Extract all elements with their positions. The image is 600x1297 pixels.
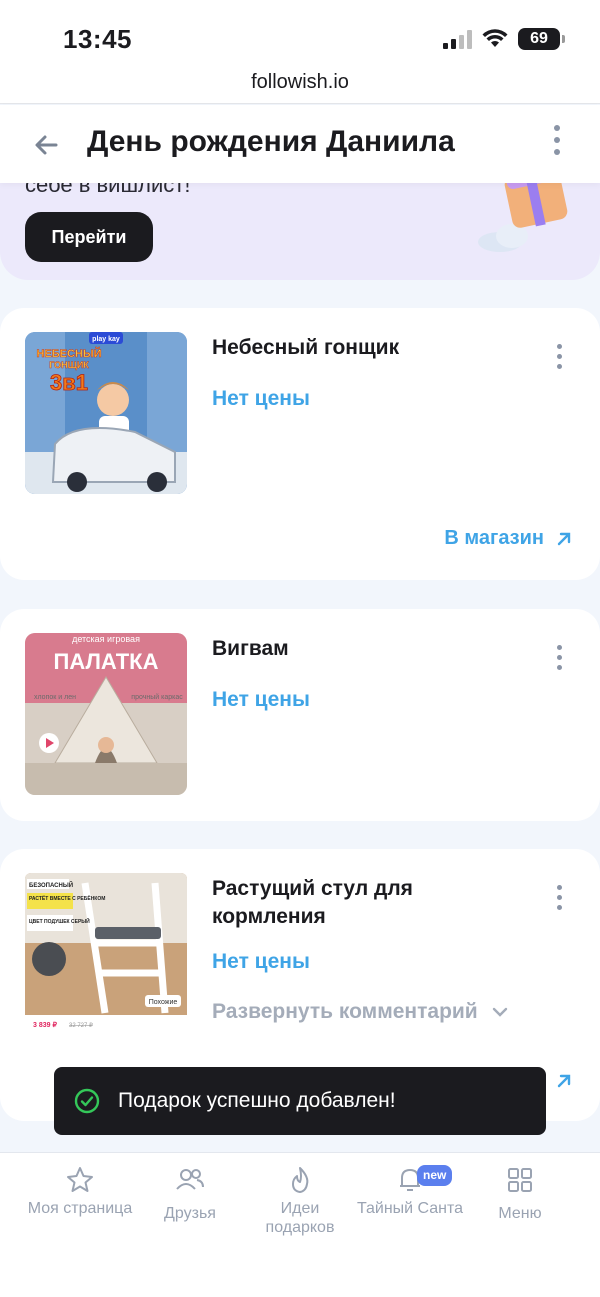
nav-label: Меню: [498, 1205, 542, 1222]
promo-go-button[interactable]: Перейти: [25, 212, 153, 262]
wishlist-item-card[interactable]: play kay НЕБЕСНЫЙ ГОНЩИК 3в1 Небесный го…: [0, 308, 600, 580]
item-price: Нет цены: [212, 950, 310, 973]
nav-friends[interactable]: Друзья: [135, 1165, 245, 1223]
battery-level: 69: [530, 30, 548, 47]
image-price-new: 3 839 ₽: [33, 1021, 57, 1029]
battery-icon: 69: [518, 28, 565, 50]
star-icon: [67, 1167, 93, 1192]
expand-comment-label: Развернуть комментарий: [212, 1000, 478, 1023]
item-image[interactable]: БЕЗОПАСНЫЙ РАСТЁТ ВМЕСТЕ С РЕБЁНКОМ ЦВЕТ…: [25, 873, 187, 1041]
check-circle-icon: [74, 1088, 100, 1114]
more-options-icon[interactable]: [552, 125, 562, 161]
item-price: Нет цены: [212, 387, 310, 410]
image-similar: Похожие: [149, 999, 178, 1006]
expand-comment-button[interactable]: Развернуть комментарий: [212, 1000, 508, 1024]
nav-label: Идеи подарков: [265, 1200, 335, 1236]
image-tag1: БЕЗОПАСНЫЙ: [29, 881, 73, 889]
image-right-tag: прочный каркас: [131, 693, 183, 701]
back-arrow-icon[interactable]: [30, 129, 62, 161]
grid-icon: [508, 1168, 532, 1192]
to-store-link[interactable]: В магазин: [444, 527, 572, 550]
success-toast: Подарок успешно добавлен!: [54, 1067, 546, 1135]
status-time: 13:45: [63, 24, 132, 54]
page-title: День рождения Даниила: [87, 125, 455, 158]
item-image[interactable]: play kay НЕБЕСНЫЙ ГОНЩИК 3в1: [25, 332, 187, 494]
image-line3: 3в1: [50, 370, 88, 395]
status-bar: 13:45 69: [0, 0, 600, 62]
image-price-old: 32 727 ₽: [69, 1022, 93, 1029]
signal-icon: [443, 29, 472, 49]
nav-gift-ideas[interactable]: Идеи подарков: [245, 1165, 355, 1237]
nav-secret-santa[interactable]: new Тайный Санта: [355, 1165, 465, 1218]
image-tag2: РАСТЁТ ВМЕСТЕ С РЕБЁНКОМ: [29, 895, 105, 902]
wishlist-item-card[interactable]: детская игровая ПАЛАТКА хлопок и лен про…: [0, 609, 600, 821]
friends-icon: [176, 1169, 204, 1190]
item-title[interactable]: Вигвам: [212, 635, 522, 663]
image-tag3: ЦВЕТ ПОДУШЕК СЕРЫЙ: [29, 917, 90, 925]
image-top-text: детская игровая: [72, 634, 140, 644]
image-left-tag: хлопок и лен: [34, 694, 76, 701]
flame-icon: [292, 1167, 309, 1193]
nav-label: Моя страница: [27, 1200, 133, 1217]
item-more-icon[interactable]: [554, 645, 564, 675]
external-arrow-icon[interactable]: [556, 1073, 572, 1089]
nav-label: Друзья: [164, 1205, 216, 1222]
item-price: Нет цены: [212, 688, 310, 711]
image-line1: НЕБЕСНЫЙ: [36, 347, 101, 360]
new-badge: new: [417, 1165, 453, 1186]
page-header: День рождения Даниила: [0, 105, 600, 183]
item-title[interactable]: Небесный гонщик: [212, 334, 522, 362]
chevron-down-icon: [492, 1007, 507, 1017]
item-more-icon[interactable]: [554, 344, 564, 374]
toast-message: Подарок успешно добавлен!: [118, 1089, 396, 1112]
image-brand: play kay: [92, 336, 120, 343]
image-main-text: ПАЛАТКА: [54, 649, 159, 674]
to-store-label: В магазин: [444, 527, 544, 549]
bottom-navigation: Моя страница Друзья Идеи подарков new Та…: [0, 1152, 600, 1297]
nav-menu[interactable]: Меню: [465, 1165, 575, 1223]
external-arrow-icon: [557, 532, 571, 545]
nav-my-page[interactable]: Моя страница: [25, 1165, 135, 1218]
item-title[interactable]: Растущий стул для кормления: [212, 875, 522, 931]
nav-label: Тайный Санта: [356, 1200, 464, 1217]
item-image[interactable]: детская игровая ПАЛАТКА хлопок и лен про…: [25, 633, 187, 795]
item-more-icon[interactable]: [554, 885, 564, 915]
url-bar[interactable]: followish.io: [0, 62, 600, 104]
image-line2: ГОНЩИК: [49, 360, 89, 370]
wifi-icon: [482, 29, 508, 47]
